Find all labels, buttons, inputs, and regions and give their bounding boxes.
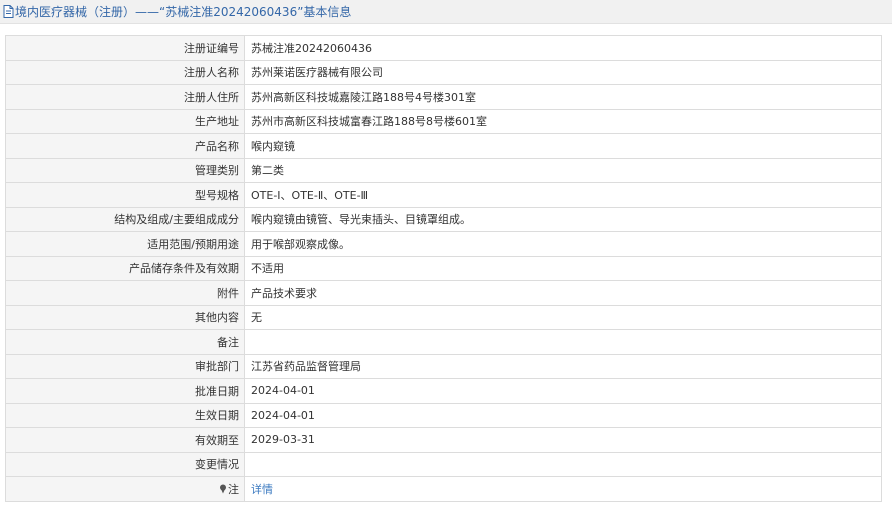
row-value: 苏州莱诺医疗器械有限公司 xyxy=(244,59,882,85)
table-row: 其他内容无 xyxy=(5,304,882,330)
row-value: OTE-Ⅰ、OTE-Ⅱ、OTE-Ⅲ xyxy=(244,182,882,208)
table-row: 结构及组成/主要组成成分 喉内窥镜由镜管、导光束插头、目镜罩组成。 xyxy=(5,206,882,232)
row-value: 苏械注准20242060436 xyxy=(244,35,882,61)
table-row: 生产地址 苏州市高新区科技城富春江路188号8号楼601室 xyxy=(5,108,882,134)
page-header: 境内医疗器械（注册）——“苏械注准20242060436”基本信息 xyxy=(0,0,892,24)
row-label: 有效期至 xyxy=(5,427,245,453)
info-table: 注册证编号 苏械注准20242060436 注册人名称 苏州莱诺医疗器械有限公司 注… xyxy=(5,35,882,502)
row-label: 注册人住所 xyxy=(5,84,245,110)
row-value xyxy=(244,329,882,355)
row-value xyxy=(244,451,882,477)
row-value: 无 xyxy=(244,304,882,330)
row-value: 2024-04-01 xyxy=(244,378,882,404)
table-row: 有效期至 2029-03-31 xyxy=(5,427,882,453)
table-row: 产品名称 喉内窥镜 xyxy=(5,133,882,159)
row-label: 生产地址 xyxy=(5,108,245,134)
row-label: 附件 xyxy=(5,280,245,306)
row-value: 2029-03-31 xyxy=(244,427,882,453)
table-row: 型号规格 OTE-Ⅰ、OTE-Ⅱ、OTE-Ⅲ xyxy=(5,182,882,208)
pin-icon xyxy=(219,484,227,494)
row-label: 注册人名称 xyxy=(5,59,245,85)
row-label: 批准日期 xyxy=(5,378,245,404)
note-label-cell: 注 xyxy=(5,476,245,502)
row-label: 结构及组成/主要组成成分 xyxy=(5,206,245,232)
row-label: 产品储存条件及有效期 xyxy=(5,255,245,281)
row-value: 产品技术要求 xyxy=(244,280,882,306)
table-row: 注册证编号 苏械注准20242060436 xyxy=(5,35,882,61)
table-row: 变更情况 xyxy=(5,451,882,477)
table-row: 批准日期 2024-04-01 xyxy=(5,378,882,404)
row-label: 生效日期 xyxy=(5,402,245,428)
row-label: 型号规格 xyxy=(5,182,245,208)
row-label: 注册证编号 xyxy=(5,35,245,61)
row-label: 其他内容 xyxy=(5,304,245,330)
table-row: 产品储存条件及有效期 不适用 xyxy=(5,255,882,281)
row-value: 不适用 xyxy=(244,255,882,281)
table-row: 审批部门 江苏省药品监督管理局 xyxy=(5,353,882,379)
table-row: 注册人名称 苏州莱诺医疗器械有限公司 xyxy=(5,59,882,85)
row-label: 审批部门 xyxy=(5,353,245,379)
note-row: 注 详情 xyxy=(5,476,882,502)
table-row: 管理类别 第二类 xyxy=(5,157,882,183)
note-label: 注 xyxy=(228,482,239,496)
row-label: 备注 xyxy=(5,329,245,355)
row-label: 产品名称 xyxy=(5,133,245,159)
details-link[interactable]: 详情 xyxy=(251,483,273,496)
table-row: 注册人住所 苏州高新区科技城嘉陵江路188号4号楼301室 xyxy=(5,84,882,110)
row-value: 2024-04-01 xyxy=(244,402,882,428)
row-value: 喉内窥镜 xyxy=(244,133,882,159)
row-value: 喉内窥镜由镜管、导光束插头、目镜罩组成。 xyxy=(244,206,882,232)
note-value-cell: 详情 xyxy=(244,476,882,502)
row-value: 江苏省药品监督管理局 xyxy=(244,353,882,379)
page-title: 境内医疗器械（注册）——“苏械注准20242060436”基本信息 xyxy=(15,4,352,19)
row-label: 管理类别 xyxy=(5,157,245,183)
row-value: 第二类 xyxy=(244,157,882,183)
row-label: 适用范围/预期用途 xyxy=(5,231,245,257)
row-value: 苏州高新区科技城嘉陵江路188号4号楼301室 xyxy=(244,84,882,110)
info-table-body: 注册证编号 苏械注准20242060436 注册人名称 苏州莱诺医疗器械有限公司 注… xyxy=(5,35,882,502)
table-row: 生效日期 2024-04-01 xyxy=(5,402,882,428)
table-row: 附件 产品技术要求 xyxy=(5,280,882,306)
row-value: 苏州市高新区科技城富春江路188号8号楼601室 xyxy=(244,108,882,134)
row-value: 用于喉部观察成像。 xyxy=(244,231,882,257)
row-label: 变更情况 xyxy=(5,451,245,477)
table-row: 适用范围/预期用途 用于喉部观察成像。 xyxy=(5,231,882,257)
document-icon xyxy=(3,5,14,18)
table-row: 备注 xyxy=(5,329,882,355)
info-table-container: 注册证编号 苏械注准20242060436 注册人名称 苏州莱诺医疗器械有限公司 注… xyxy=(5,35,882,502)
